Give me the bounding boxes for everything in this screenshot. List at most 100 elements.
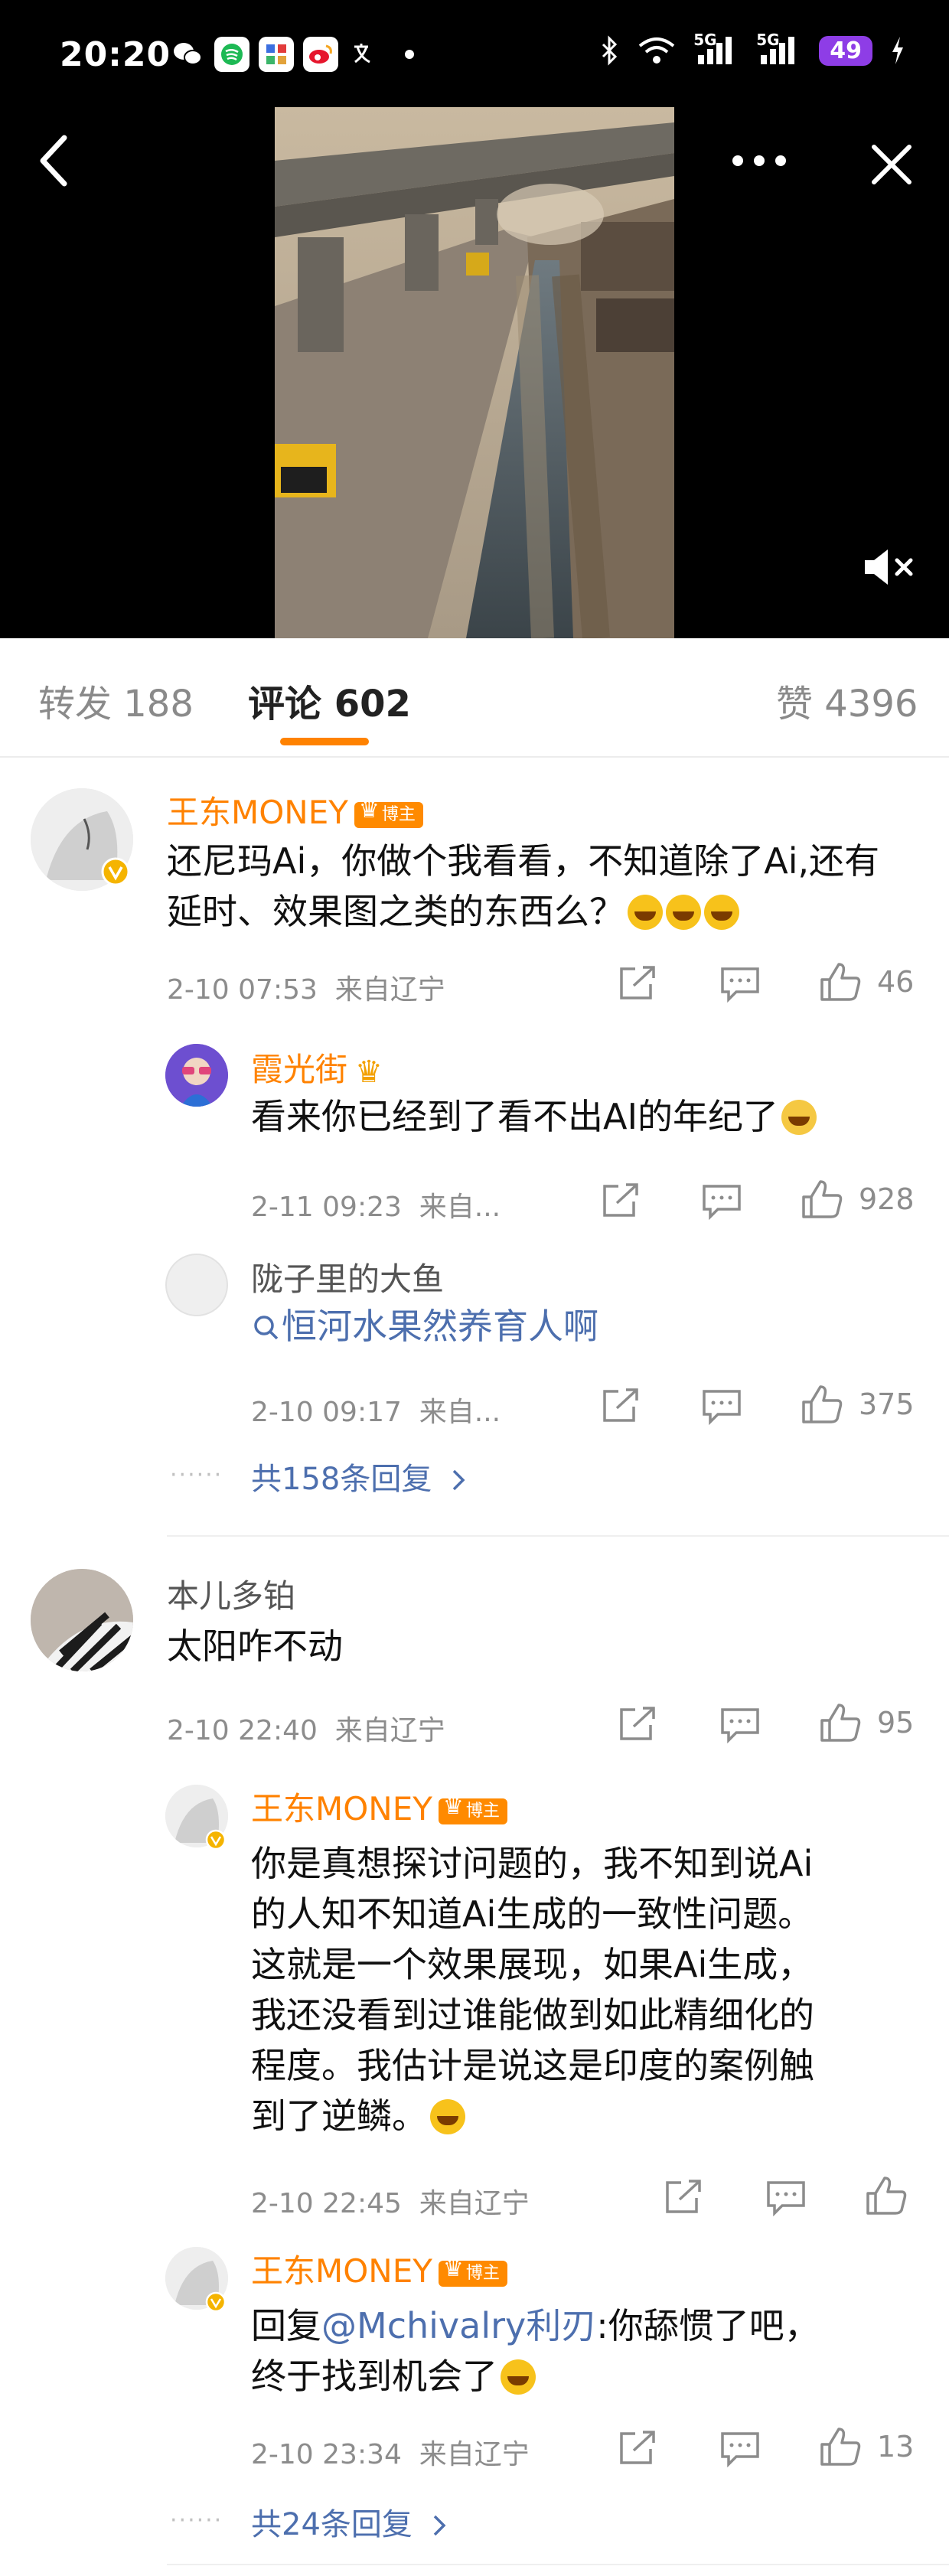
tab-active-indicator — [280, 738, 369, 745]
laugh-emoji-icon — [501, 2359, 536, 2395]
like-button[interactable]: 95 — [819, 1702, 914, 1743]
reply-author-name[interactable]: 陇子里的大鱼 — [251, 1254, 444, 1300]
comment-meta: 2-10 22:40 来自辽宁 — [167, 1708, 445, 1748]
comment-item: 本儿多铂 太阳咋不动 2-10 22:40 来自辽宁 95 王东MONEY博主 … — [0, 1535, 949, 2556]
thumbs-up-icon — [820, 2428, 861, 2466]
reply-icon[interactable] — [719, 964, 761, 1003]
share-icon[interactable] — [617, 2429, 658, 2467]
reply-icon[interactable] — [719, 2429, 761, 2467]
reply-time: 2-11 09:23 — [251, 1192, 402, 1223]
reply-text-line: 程度。我估计是说这是印度的案例触 — [251, 2045, 814, 2086]
reply-text-line: 这就是一个效果展现，如果Ai生成， — [251, 1944, 814, 1985]
reply-location: 来自辽宁 — [419, 2439, 530, 2470]
like-button[interactable]: 46 — [819, 961, 914, 1003]
thumbs-up-icon — [866, 2177, 907, 2215]
reply-author-name[interactable]: 王东MONEY博主 — [251, 1783, 507, 1830]
wechat-icon — [170, 37, 205, 72]
video-header: 20:20 5G 5G 49 — [0, 0, 949, 638]
like-button[interactable]: 13 — [819, 2426, 914, 2467]
battery-level: 49 — [819, 35, 872, 66]
back-icon[interactable] — [31, 130, 77, 191]
avatar[interactable] — [31, 1569, 133, 1671]
reply-author-name[interactable]: 王东MONEY博主 — [251, 2245, 507, 2292]
like-button[interactable]: 928 — [801, 1179, 915, 1220]
thumbs-up-icon — [802, 1385, 843, 1423]
more-replies-text: 共24条回复 — [251, 2507, 413, 2542]
reply-icon[interactable] — [719, 1705, 761, 1743]
tab-repost[interactable]: 转发 188 — [38, 673, 194, 727]
verified-badge-icon — [101, 857, 130, 886]
divider — [167, 2564, 949, 2565]
status-time: 20:20 — [60, 35, 171, 74]
reply-text-line: 的人知不知道Ai生成的一致性问题。 — [251, 1893, 814, 1935]
mention-link[interactable]: @Mchivalry利刃 — [321, 2305, 596, 2346]
reply-text: 你是真想探讨问题的，我不知到说Ai 的人知不知道Ai生成的一致性问题。 这就是一… — [251, 1838, 925, 2141]
chevron-right-icon — [433, 2515, 446, 2536]
thumbs-up-icon — [802, 1180, 843, 1218]
reply-icon[interactable] — [701, 1387, 742, 1425]
verified-badge-icon — [205, 2291, 227, 2313]
video-frame — [275, 107, 674, 638]
reply-icon[interactable] — [701, 1182, 742, 1220]
thumbs-up-icon — [820, 1704, 861, 1742]
share-icon[interactable] — [600, 1387, 641, 1425]
more-icon[interactable] — [729, 145, 790, 176]
reply-text-line: 到了逆鳞。 — [251, 2095, 427, 2137]
commenter-name-text: 王东MONEY — [167, 794, 348, 831]
reply-text-last-line: 到了逆鳞。 — [251, 2091, 925, 2141]
signal-bars-icon — [761, 37, 795, 64]
app-green-icon — [214, 37, 249, 72]
reply-time: 2-10 22:45 — [251, 2188, 402, 2219]
blogger-badge: 博主 — [438, 2258, 507, 2287]
like-button[interactable]: 375 — [801, 1384, 915, 1425]
close-icon[interactable] — [868, 141, 915, 188]
avatar[interactable] — [165, 1044, 228, 1107]
like-count: 928 — [859, 1182, 915, 1216]
reply-time: 2-10 09:17 — [251, 1397, 402, 1428]
reply-text-content: 看来你已经到了看不出AI的年纪了 — [251, 1096, 779, 1137]
share-icon[interactable] — [600, 1182, 641, 1220]
reply-author-name[interactable]: 霞光街 ♛ — [251, 1044, 383, 1091]
comment-meta: 2-10 07:53 来自辽宁 — [167, 967, 445, 1007]
reply-icon[interactable] — [765, 2178, 807, 2216]
reply-text: 回复@Mchivalry利刃:你舔惯了吧， 终于找到机会了 — [251, 2300, 925, 2402]
reply-author-name-text: 陇子里的大鱼 — [251, 1260, 445, 1298]
reply-prefix: 回复 — [251, 2305, 321, 2346]
laugh-emoji-icon — [704, 895, 739, 930]
comment-item: 王东MONEY博主 还尼玛Ai，你做个我看看，不知道除了Ai,还有延时、效果图之… — [0, 759, 949, 1524]
tab-likes[interactable]: 赞 4396 — [776, 673, 918, 727]
reply-text-line: 回复@Mchivalry利刃:你舔惯了吧， — [251, 2300, 925, 2351]
interaction-tabs: 转发 188 评论 602 赞 4396 — [0, 638, 949, 758]
more-replies-link[interactable]: 共158条回复 — [251, 1454, 468, 1498]
share-icon[interactable] — [617, 1705, 658, 1743]
laugh-emoji-icon — [628, 895, 663, 930]
avatar[interactable] — [165, 1254, 228, 1316]
more-replies-link[interactable]: 共24条回复 — [251, 2499, 448, 2544]
signal-1: 5G — [693, 31, 739, 66]
reply-meta: 2-10 22:45 来自辽宁 — [251, 2181, 530, 2221]
commenter-name[interactable]: 王东MONEY博主 — [167, 787, 423, 833]
reply-meta: 2-10 09:17 来自... — [251, 1390, 501, 1430]
like-count: 375 — [859, 1387, 915, 1421]
like-button[interactable] — [865, 2175, 908, 2216]
reply-location: 来自... — [419, 1192, 501, 1223]
comment-location: 来自辽宁 — [334, 1715, 445, 1746]
commenter-name[interactable]: 本儿多铂 — [167, 1570, 295, 1617]
comment-text-content: 太阳咋不动 — [167, 1625, 343, 1667]
share-icon[interactable] — [617, 964, 658, 1003]
signal-bars-icon — [698, 37, 732, 64]
search-topic-link[interactable]: 恒河水果然养育人啊 — [251, 1306, 598, 1347]
dots-separator: ······ — [170, 1462, 223, 1489]
status-bar: 20:20 5G 5G 49 — [0, 0, 949, 107]
like-count: 13 — [877, 2430, 915, 2464]
mute-icon[interactable] — [862, 545, 918, 589]
blogger-badge: 博主 — [354, 799, 423, 828]
video-player[interactable] — [275, 107, 674, 638]
reply-meta: 2-11 09:23 来自... — [251, 1185, 501, 1224]
tab-comments[interactable]: 评论 602 — [248, 673, 411, 727]
thumbs-up-icon — [820, 963, 861, 1001]
reply-text-part: 终于找到机会了 — [251, 2356, 497, 2397]
reply-text-line: 终于找到机会了 — [251, 2351, 925, 2402]
share-icon[interactable] — [663, 2178, 704, 2216]
reply-author-name-text: 王东MONEY — [251, 1790, 432, 1828]
